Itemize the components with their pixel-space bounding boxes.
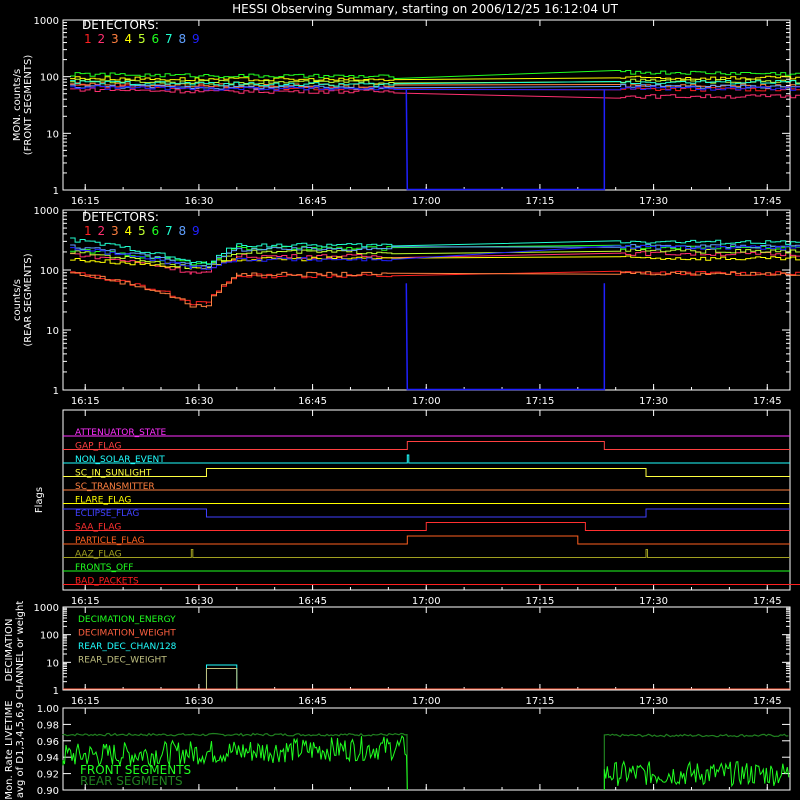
panel4-xlabel-2: 16:45: [298, 696, 327, 707]
panel5-ylabel-2: 0.94: [37, 753, 59, 764]
panel5-ylabel-3: 0.96: [37, 737, 59, 748]
panel1-detector-5: 5: [138, 32, 146, 46]
panel1-detectors-label: DETECTORS:: [82, 18, 159, 32]
flag-line-GAP_FLAG: [63, 441, 790, 450]
panel3-xlabel-2: 16:45: [298, 596, 327, 607]
panel2-ylabel2: (REAR SEGMENTS): [23, 253, 34, 346]
panel3-xlabel-0: 16:15: [71, 596, 100, 607]
panel1-xlabel-5: 17:30: [639, 196, 668, 207]
panel1-detector-4: 4: [125, 32, 133, 46]
panel5-ylabel-5: 1.00: [37, 704, 59, 715]
panel1-ylabel-3: 1000: [34, 16, 59, 27]
panel4-xlabel-3: 17:00: [412, 696, 441, 707]
panel3-xlabel-3: 17:00: [412, 596, 441, 607]
panel1-ylabel2: (FRONT SEGMENTS): [23, 55, 34, 156]
panel4-xlabel-5: 17:30: [639, 696, 668, 707]
panel2-series-1: [70, 270, 800, 306]
panel5-ylabel-4: 0.98: [37, 720, 59, 731]
panel1-series-group: [70, 70, 800, 191]
flag-line-ECLIPSE_FLAG: [63, 508, 790, 518]
decimation-label-1: DECIMATION_WEIGHT: [78, 629, 176, 639]
panel3-xlabel-6: 17:45: [753, 596, 782, 607]
flag-line-PARTICLE_FLAG: [63, 535, 790, 545]
panel2-detector-3: 3: [111, 224, 119, 238]
panel5-ylabel-0: 0.90: [37, 786, 59, 797]
panel5-ylabel1: Mon. Rate LIVETIME: [4, 700, 15, 799]
panel1-gap-line: [405, 89, 606, 191]
panel4-ylabel-0: 1: [53, 686, 59, 697]
panel2-xlabel-3: 17:00: [412, 396, 441, 407]
panel2-detector-9: 9: [192, 224, 200, 238]
decimation-label-3: REAR_DEC_WEIGHT: [78, 656, 167, 666]
panel2-ylabel1: counts/s: [12, 279, 23, 321]
panel2-gap-line: [405, 283, 606, 391]
panel3: [62, 409, 791, 591]
flag-line-BAD_PACKETS: [63, 584, 800, 585]
panel2-ylabel-0: 1: [53, 386, 59, 397]
chart-title: HESSI Observing Summary, starting on 200…: [232, 2, 618, 16]
livetime-legend-1: REAR SEGMENTS: [80, 774, 183, 788]
panel3-ylabel: Flags: [34, 487, 45, 513]
flag-label-ECLIPSE_FLAG: ECLIPSE_FLAG: [75, 509, 139, 519]
panel5-ylabel2: avg of D1,3,4,5,6,9: [15, 702, 26, 798]
panel4-xlabel-6: 17:45: [753, 696, 782, 707]
panel1-ylabel-1: 10: [46, 129, 59, 140]
flag-line-SAA_FLAG: [63, 522, 790, 531]
panel1-ylabel-0: 1: [53, 186, 59, 197]
panel2-detector-1: 1: [84, 224, 92, 238]
panel1-xlabel-0: 16:15: [71, 196, 100, 207]
panel2-ylabel-3: 1000: [34, 206, 59, 217]
panel4-xlabel-1: 16:30: [184, 696, 213, 707]
panel4-ylabel-2: 100: [40, 631, 59, 642]
panel1-detector-1: 1: [84, 32, 92, 46]
panel2-detector-5: 5: [138, 224, 146, 238]
panel4-xlabel-4: 17:15: [526, 696, 555, 707]
panel2-series-3: [70, 271, 800, 308]
panel1-xlabel-2: 16:45: [298, 196, 327, 207]
panel1-xlabel-1: 16:30: [184, 196, 213, 207]
panel1-detector-3: 3: [111, 32, 119, 46]
panel1-detector-6: 6: [152, 32, 160, 46]
panel2-detectors-label: DETECTORS:: [82, 210, 159, 224]
panel1-xlabel-3: 17:00: [412, 196, 441, 207]
panel2-xlabel-1: 16:30: [184, 396, 213, 407]
panel2-xlabel-6: 17:45: [753, 396, 782, 407]
panel1-ylabel1: MON. counts/s: [12, 69, 23, 141]
flag-line-SC_IN_SUNLIGHT: [63, 468, 790, 477]
panel2-xlabel-5: 17:30: [639, 396, 668, 407]
panel2-detector-4: 4: [125, 224, 133, 238]
decimation-line-3: [205, 667, 238, 689]
panel2-ylabel-2: 100: [40, 266, 59, 277]
panel3-xlabel-5: 17:30: [639, 596, 668, 607]
panel1-detector-9: 9: [192, 32, 200, 46]
panel4-ylabel-1: 10: [46, 658, 59, 669]
panel2-xlabel-0: 16:15: [71, 396, 100, 407]
panel3-xlabel-4: 17:15: [526, 596, 555, 607]
decimation-label-0: DECIMATION_ENERGY: [78, 615, 176, 625]
panel2-detector-6: 6: [152, 224, 160, 238]
panel1-xlabel-6: 17:45: [753, 196, 782, 207]
panel2-xlabel-4: 17:15: [526, 396, 555, 407]
panel2-detector-2: 2: [98, 224, 106, 238]
panel1-ylabel-2: 100: [40, 73, 59, 84]
decimation-label-2: REAR_DEC_CHAN/128: [78, 642, 177, 652]
observing-summary-chart: HESSI Observing Summary, starting on 200…: [4, 2, 800, 800]
flag-line-NON_SOLAR_EVENT: [63, 454, 790, 464]
panel4-ylabel-3: 1000: [34, 603, 59, 614]
panel3-xlabel-1: 16:30: [184, 596, 213, 607]
panel1-detector-7: 7: [165, 32, 173, 46]
flag-line-AAZ_FLAG: [63, 549, 790, 558]
panel4-ylabel1: DECIMATION: [4, 618, 15, 681]
panel4-ylabel2: CHANNEL or weight: [15, 601, 26, 700]
panel1-detector-2: 2: [98, 32, 106, 46]
panel2-ylabel-1: 10: [46, 326, 59, 337]
panel2-detector-7: 7: [165, 224, 173, 238]
panel1-detector-8: 8: [179, 32, 187, 46]
panel2-series-group: [70, 237, 800, 391]
panel1-xlabel-4: 17:15: [526, 196, 555, 207]
panel2-xlabel-2: 16:45: [298, 396, 327, 407]
panel2-detector-8: 8: [179, 224, 187, 238]
panel5-ylabel-1: 0.92: [37, 770, 59, 781]
panel4-xlabel-0: 16:15: [71, 696, 100, 707]
